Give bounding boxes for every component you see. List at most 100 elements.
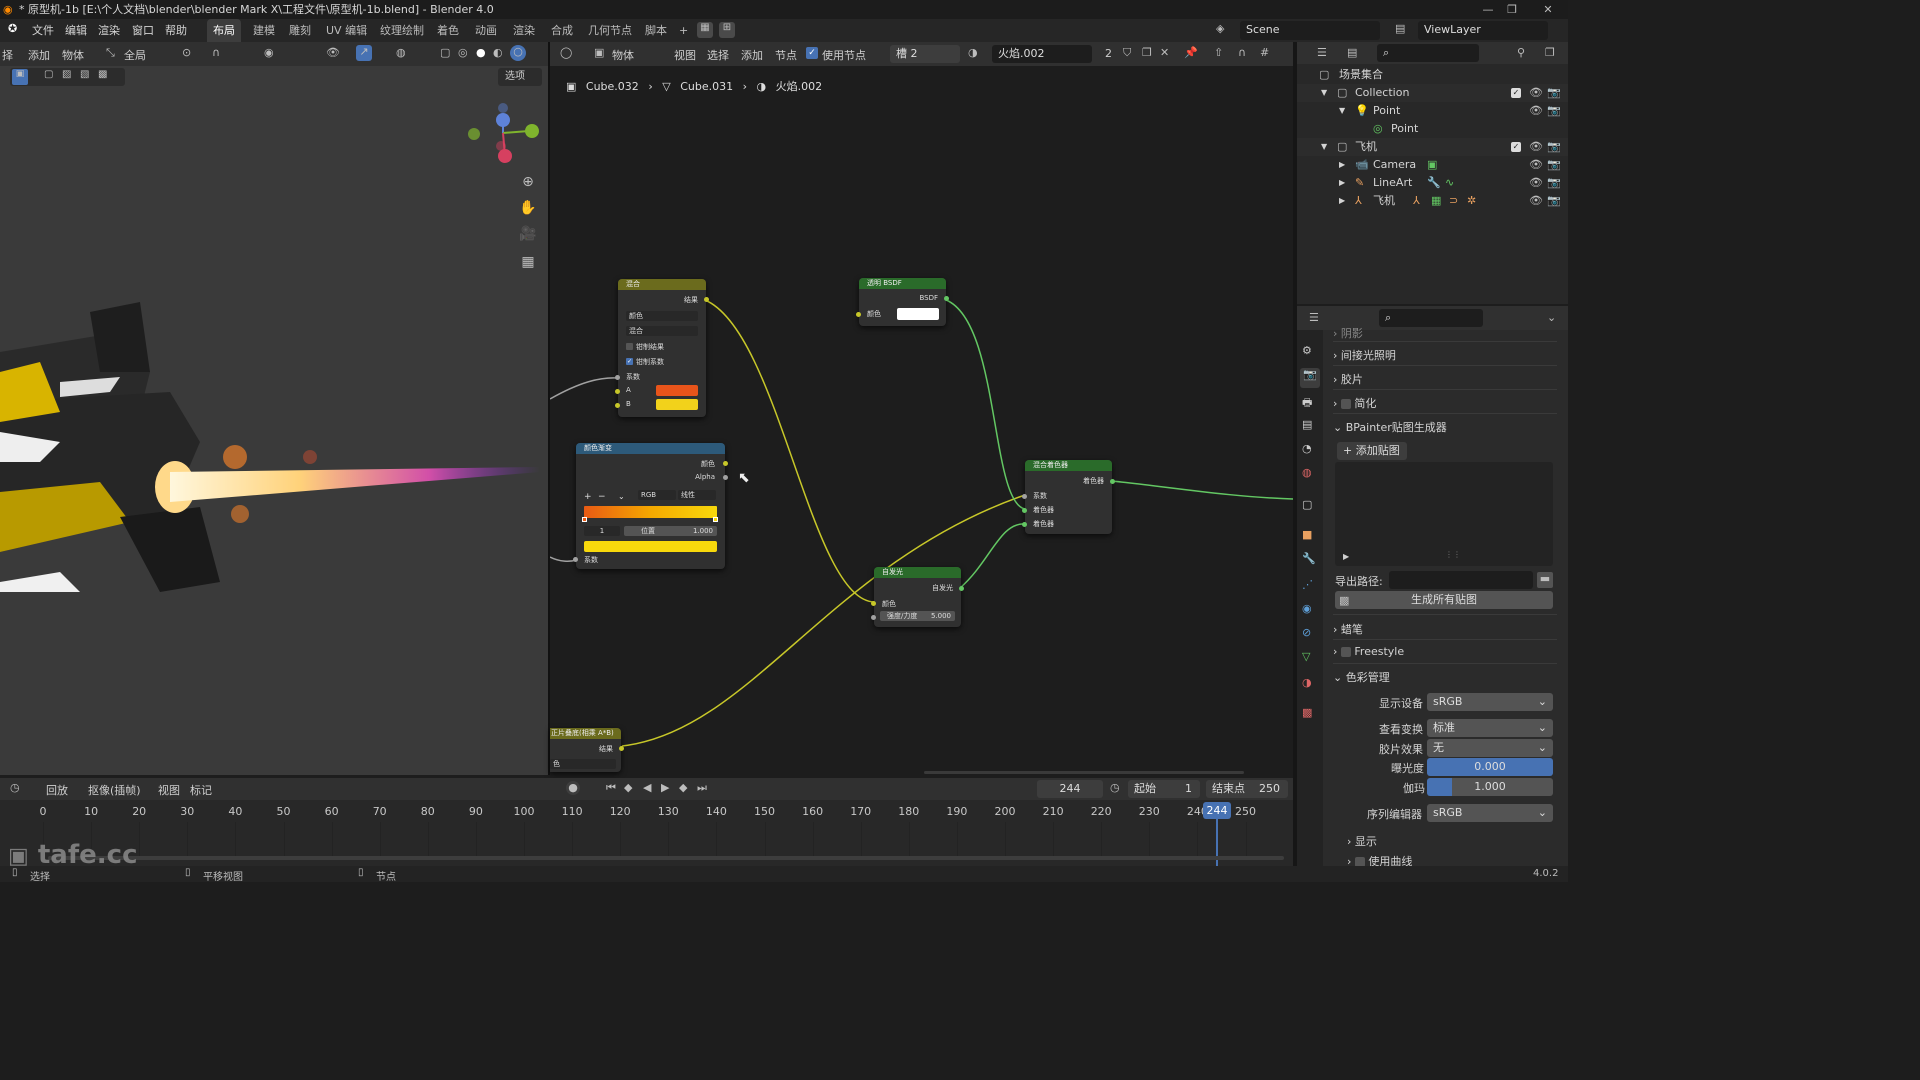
collapse-arrow-icon[interactable]: ▶ — [1339, 174, 1345, 192]
node-editor-scrollbar[interactable] — [924, 771, 1244, 774]
select-subtract-icon[interactable]: ▧ — [80, 69, 89, 80]
tab-compositing[interactable]: 合成 — [545, 19, 579, 42]
mix-factor-socket[interactable] — [615, 375, 620, 380]
outliner-search-input[interactable]: ⌕ — [1377, 44, 1479, 62]
properties-editor-icon[interactable]: ☰ — [1309, 311, 1319, 324]
sequencer-dropdown[interactable]: sRGB ⌄ — [1427, 804, 1553, 822]
colorramp-stop-color-swatch[interactable] — [584, 541, 717, 552]
tab-modeling[interactable]: 建模 — [247, 19, 281, 42]
outliner-item-lineart[interactable]: ▶ ✎ LineArt 🔧 ∿ 👁 📷 — [1297, 174, 1568, 192]
timeline-scrollbar[interactable] — [48, 856, 1284, 860]
generate-all-textures-button[interactable]: ▩ 生成所有贴图 — [1335, 591, 1553, 609]
node-math-multiply[interactable]: 正片叠底(相乘 A*B) 结果 色 — [550, 728, 624, 772]
exposure-slider[interactable]: 0.000 — [1427, 758, 1553, 776]
menu-edit[interactable]: 编辑 — [65, 22, 87, 38]
scene-selector[interactable]: Scene — [1240, 21, 1380, 40]
menu-file[interactable]: 文件 — [32, 22, 54, 38]
pan-hand-icon[interactable]: ✋ — [518, 200, 538, 220]
mixshader-output-socket[interactable] — [1110, 479, 1115, 484]
data-properties-icon[interactable]: ▽ — [1302, 650, 1310, 663]
simplify-checkbox[interactable] — [1340, 399, 1351, 409]
clamp-factor-checkbox[interactable]: ✓ — [626, 358, 633, 365]
render-camera-icon[interactable]: 📷 — [1547, 156, 1561, 174]
outliner-item-camera[interactable]: ▶ 📹 Camera ▣ 👁 📷 — [1297, 156, 1568, 174]
tab-geometry-nodes[interactable]: 几何节点 — [582, 19, 638, 42]
select-invert-icon[interactable]: ▩ — [98, 69, 107, 80]
modifier-properties-icon[interactable]: 🔧 — [1302, 552, 1316, 565]
pivot-icon[interactable]: ⊙ — [182, 46, 191, 59]
look-dropdown[interactable]: 无 ⌄ — [1427, 739, 1553, 757]
camera-view-icon[interactable]: 🎥 — [518, 226, 538, 246]
display-mode-icon[interactable]: ▤ — [1347, 46, 1357, 59]
emission-strength-field[interactable]: 强度/力度 5.000 — [880, 611, 955, 621]
node-mix[interactable]: 混合 结果 颜色 混合 钳制结果 ✓ 钳制系数 系数 A B — [615, 279, 709, 417]
outliner-item-plane-armature[interactable]: ▶ ⅄ 飞机 ⅄ ▦ ⊃ ✲ 👁 📷 — [1297, 192, 1568, 210]
emission-strength-socket[interactable] — [871, 615, 876, 620]
list-expand-icon[interactable]: ▶ — [1343, 552, 1349, 561]
list-resize-handle[interactable]: ⋮⋮ — [1445, 550, 1461, 559]
add-stop-icon[interactable]: + — [584, 492, 592, 502]
outliner[interactable]: ☰ ▤ ⌕ ⚲ ❐ ▢ 场景集合 ▼ ▢ Collection ✓ 👁 📷 ▼ … — [1297, 42, 1568, 304]
solid-shading-icon[interactable]: ● — [476, 46, 486, 59]
panel-freestyle[interactable]: › Freestyle — [1333, 645, 1404, 658]
world-properties-icon[interactable]: ◍ — [1302, 466, 1312, 479]
tab-texture-paint[interactable]: 纹理绘制 — [374, 19, 430, 42]
viewport-menu-add[interactable]: 添加 — [28, 47, 50, 63]
material-properties-icon[interactable]: ◑ — [1302, 676, 1312, 689]
colorramp-position-field[interactable]: 位置 1.000 — [624, 526, 717, 536]
transparent-color-socket[interactable] — [856, 312, 861, 317]
panel-simplify[interactable]: › 简化 — [1333, 395, 1376, 411]
colorramp-stop-0[interactable] — [582, 517, 587, 522]
particles-properties-icon[interactable]: ⋰ — [1302, 578, 1313, 591]
axis-gizmo[interactable] — [462, 98, 546, 164]
mix-a-socket[interactable] — [615, 389, 620, 394]
mix-data-type-dropdown[interactable]: 颜色 — [626, 311, 698, 321]
minimize-icon[interactable]: — — [1478, 0, 1498, 19]
transparent-output-socket[interactable] — [944, 296, 949, 301]
select-new-icon[interactable]: ▢ — [44, 69, 53, 80]
properties-search-input[interactable]: ⌕ — [1379, 309, 1483, 327]
eye-icon[interactable]: 👁 — [1529, 102, 1543, 120]
texture-list[interactable]: ▶ ⋮⋮ — [1335, 462, 1553, 566]
filter-icon[interactable]: ⚲ — [1517, 46, 1525, 59]
expand-arrow-icon[interactable]: ▼ — [1339, 102, 1345, 120]
outliner-scene-collection[interactable]: ▢ 场景集合 — [1297, 66, 1568, 84]
node-emission[interactable]: 自发光 自发光 颜色 强度/力度 5.000 — [871, 567, 964, 627]
visibility-icon[interactable]: 👁 — [326, 46, 340, 59]
tab-layout[interactable]: 布局 — [207, 19, 241, 42]
tab-animation[interactable]: 动画 — [469, 19, 503, 42]
eye-icon[interactable]: 👁 — [1529, 192, 1543, 210]
tab-scripting[interactable]: 脚本 — [639, 19, 673, 42]
add-workspace-icon[interactable]: + — [673, 19, 694, 42]
texture-properties-icon[interactable]: ▩ — [1302, 706, 1312, 719]
timeline[interactable]: ◷ 回放 抠像(插帧) 视图 标记 ● ⏮ ◆ ◀ ▶ ◆ ⏭ 244 ◷ 起始… — [0, 778, 1293, 866]
outliner-item-point-light[interactable]: ▼ 💡 Point 👁 📷 — [1297, 102, 1568, 120]
colorramp-color-socket[interactable] — [723, 461, 728, 466]
eye-icon[interactable]: 👁 — [1529, 138, 1543, 156]
clamp-result-checkbox[interactable] — [626, 343, 633, 350]
screen-layout-icon[interactable]: ▦ — [697, 22, 713, 38]
output-properties-icon[interactable]: 🖶 — [1302, 394, 1312, 413]
node-color-ramp[interactable]: 颜色渐变 颜色 Alpha + − ⌄ RGB 线性 1 位置 1.000 系数 — [573, 443, 728, 569]
colorramp-alpha-socket[interactable] — [723, 475, 728, 480]
panel-display[interactable]: › 显示 — [1347, 833, 1377, 849]
eye-icon[interactable]: 👁 — [1529, 84, 1543, 102]
timeline-ruler[interactable]: 0 10 20 30 40 50 60 70 80 90 100 110 120 130 140 150 160… — [0, 778, 1293, 866]
scene-properties-icon[interactable]: ◔ — [1302, 442, 1312, 455]
split-view-icon[interactable]: ⊞ — [719, 22, 735, 38]
physics-properties-icon[interactable]: ◉ — [1302, 602, 1312, 615]
collapse-arrow-icon[interactable]: ▶ — [1339, 156, 1345, 174]
expand-arrow-icon[interactable]: ▼ — [1321, 84, 1327, 102]
view-layer-icon[interactable]: ▤ — [1395, 22, 1405, 35]
shader-node-editor[interactable]: ◯ ▣ 物体 视图 选择 添加 节点 ✓ 使用节点 槽 2 ◑ 火焰.002 2… — [550, 42, 1293, 775]
mix-output-socket[interactable] — [704, 297, 709, 302]
mix-a-color-swatch[interactable] — [656, 385, 698, 396]
tab-sculpting[interactable]: 雕刻 — [283, 19, 317, 42]
chevron-down-icon[interactable]: ⌄ — [1547, 311, 1556, 324]
playhead[interactable]: 244 — [1203, 802, 1231, 819]
remove-stop-icon[interactable]: − — [598, 492, 606, 502]
mix-blend-mode-dropdown[interactable]: 混合 — [626, 326, 698, 336]
render-properties-icon[interactable]: 📷 — [1300, 368, 1320, 388]
new-collection-icon[interactable]: ❐ — [1545, 46, 1555, 59]
object-properties-icon[interactable]: ■ — [1302, 528, 1312, 541]
